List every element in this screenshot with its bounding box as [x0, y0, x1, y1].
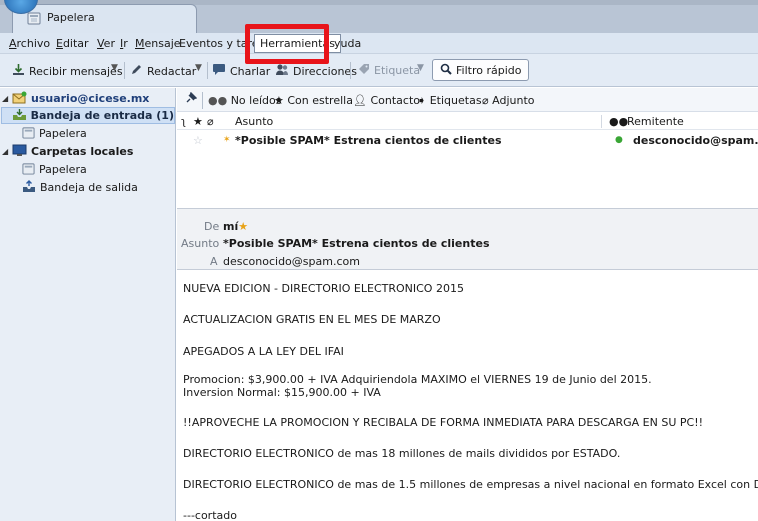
unread-icon: ●● — [208, 94, 231, 107]
download-icon — [12, 63, 25, 79]
body-line: ---cortado — [183, 509, 237, 521]
tag-icon: ➧ — [417, 94, 430, 107]
quick-filter-bar: ●● No leídos ★ Con estrella 👤︎ Contacto … — [177, 88, 758, 112]
from-value[interactable]: mí★ — [223, 220, 248, 233]
local-folders-label: Carpetas locales — [31, 145, 134, 158]
body-line: APEGADOS A LA LEY DEL IFAI — [183, 345, 344, 358]
trash-folder-icon — [27, 11, 41, 28]
message-body: NUEVA EDICION - DIRECTORIO ELECTRONICO 2… — [177, 271, 758, 521]
menu-ir[interactable]: Ir — [120, 37, 128, 50]
address-book-label: Direcciones — [293, 64, 357, 78]
star-toggle-icon[interactable]: ☆ — [193, 134, 203, 147]
paperclip-icon: ⌀ — [482, 94, 493, 107]
chat-button[interactable]: Charlar — [212, 63, 270, 79]
body-line: ACTUALIZACION GRATIS EN EL MES DE MARZO — [183, 313, 441, 326]
filter-attachment[interactable]: ⌀ Adjunto — [482, 94, 534, 107]
subject-label: Asunto — [181, 237, 220, 250]
attachment-column-icon[interactable]: ⌀ — [207, 115, 214, 128]
trash-folder-icon — [22, 126, 35, 142]
tag-button[interactable]: Etiqueta — [358, 63, 420, 78]
folder-local-trash[interactable]: Papelera — [0, 161, 175, 178]
quick-filter-label: Filtro rápido — [456, 63, 522, 77]
computer-icon — [12, 144, 27, 160]
filter-contact[interactable]: 👤︎ Contacto — [353, 94, 420, 107]
pin-icon[interactable] — [185, 91, 198, 107]
body-line: DIRECTORIO ELECTRONICO de mas de 1.5 mil… — [183, 478, 758, 491]
local-trash-label: Papelera — [39, 163, 87, 176]
body-line: Promocion: $3,900.00 + IVA Adquiriendola… — [183, 373, 652, 386]
sender-column[interactable]: Remitente — [627, 115, 684, 128]
to-label: A — [210, 255, 218, 268]
chat-label: Charlar — [230, 64, 271, 78]
write-button[interactable]: Redactar — [130, 63, 196, 79]
tag-dropdown[interactable]: ▼ — [417, 63, 424, 73]
thread-column-icon[interactable]: ʅ — [181, 115, 186, 128]
trash-label: Papelera — [39, 127, 87, 140]
inbox-label: Bandeja de entrada (1) — [30, 109, 174, 122]
menu-bar: Archivo Editar Ver Ir Mensaje Eventos y … — [0, 33, 758, 54]
local-folders[interactable]: ◢ Carpetas locales — [0, 143, 175, 160]
folder-inbox[interactable]: Bandeja de entrada (1) — [1, 107, 175, 124]
message-header: De mí★ Asunto *Posible SPAM* Estrena cie… — [177, 208, 758, 270]
collapse-icon[interactable]: ◢ — [2, 147, 12, 156]
body-line: Inversion Normal: $15,900.00 + IVA — [183, 386, 381, 399]
menu-archivo[interactable]: Archivo — [9, 37, 50, 50]
trash-folder-icon — [22, 162, 35, 178]
collapse-icon[interactable]: ◢ — [2, 94, 12, 103]
table-row[interactable]: ☆ ✶ *Posible SPAM* Estrena cientos de cl… — [177, 134, 758, 150]
body-line: !!APROVECHE LA PROMOCION Y RECIBALA DE F… — [183, 416, 704, 429]
get-messages-label: Recibir mensajes — [29, 64, 123, 78]
tab-papelera[interactable]: Papelera — [12, 4, 197, 33]
filter-tags[interactable]: ➧ Etiquetas — [417, 94, 482, 107]
account-folder[interactable]: ◢ usuario@cicese.mx — [0, 90, 175, 107]
get-messages-dropdown[interactable]: ▼ — [111, 63, 118, 73]
menu-herramientas[interactable]: Herramientas — [254, 34, 341, 53]
subject-column[interactable]: Asunto — [235, 115, 273, 128]
filter-starred[interactable]: ★ Con estrella — [274, 94, 353, 107]
message-sender: desconocido@spam.com — [633, 134, 758, 147]
tag-label: Etiqueta — [374, 64, 421, 77]
menu-mensaje[interactable]: Mensaje — [135, 37, 181, 50]
folder-pane: ◢ usuario@cicese.mx Bandeja de entrada (… — [0, 88, 176, 521]
star-icon[interactable]: ★ — [238, 220, 248, 233]
write-dropdown[interactable]: ▼ — [195, 63, 202, 73]
tab-label: Papelera — [47, 11, 95, 24]
pencil-icon — [130, 63, 143, 79]
account-label: usuario@cicese.mx — [31, 92, 150, 105]
get-messages-button[interactable]: Recibir mensajes — [12, 63, 123, 79]
contacts-icon — [275, 63, 289, 79]
star-icon: ★ — [274, 94, 288, 107]
to-value[interactable]: desconocido@spam.com — [223, 255, 360, 268]
magnifier-icon — [440, 63, 452, 78]
new-message-icon: ✶ — [223, 135, 231, 145]
inbox-icon — [12, 108, 27, 124]
from-label: De — [204, 220, 220, 233]
address-book-button[interactable]: Direcciones — [275, 63, 357, 79]
menu-editar[interactable]: Editar — [56, 37, 89, 50]
chat-bubble-icon — [212, 63, 226, 79]
tab-bar: Papelera — [0, 0, 758, 33]
unread-column-icon[interactable]: ●● — [609, 115, 628, 128]
thread-column-header: ʅ ★ ⌀ Asunto ●● Remitente — [177, 113, 758, 130]
tag-icon — [358, 63, 370, 78]
menu-ver[interactable]: Ver — [97, 37, 115, 50]
write-label: Redactar — [147, 64, 197, 78]
outbox-icon — [22, 179, 36, 196]
message-subject: *Posible SPAM* Estrena cientos de client… — [235, 134, 502, 147]
filter-unread[interactable]: ●● No leídos — [208, 94, 281, 107]
star-column-icon[interactable]: ★ — [193, 115, 203, 128]
mail-account-icon — [12, 91, 27, 107]
body-line: NUEVA EDICION - DIRECTORIO ELECTRONICO 2… — [183, 282, 464, 295]
contact-icon: 👤︎ — [353, 94, 371, 107]
folder-outbox[interactable]: Bandeja de salida — [0, 179, 175, 196]
main-toolbar: Recibir mensajes ▼ Redactar ▼ Charlar Di… — [0, 54, 758, 87]
thread-list: ☆ ✶ *Posible SPAM* Estrena cientos de cl… — [177, 130, 758, 208]
unread-dot-icon: ● — [615, 135, 623, 145]
folder-trash[interactable]: Papelera — [0, 125, 175, 142]
quick-filter-button[interactable]: Filtro rápido — [432, 59, 530, 81]
outbox-label: Bandeja de salida — [40, 181, 138, 194]
menu-ayuda[interactable]: yuda — [334, 37, 361, 50]
subject-value: *Posible SPAM* Estrena cientos de client… — [223, 237, 490, 250]
body-line: DIRECTORIO ELECTRONICO de mas 18 millone… — [183, 447, 621, 460]
